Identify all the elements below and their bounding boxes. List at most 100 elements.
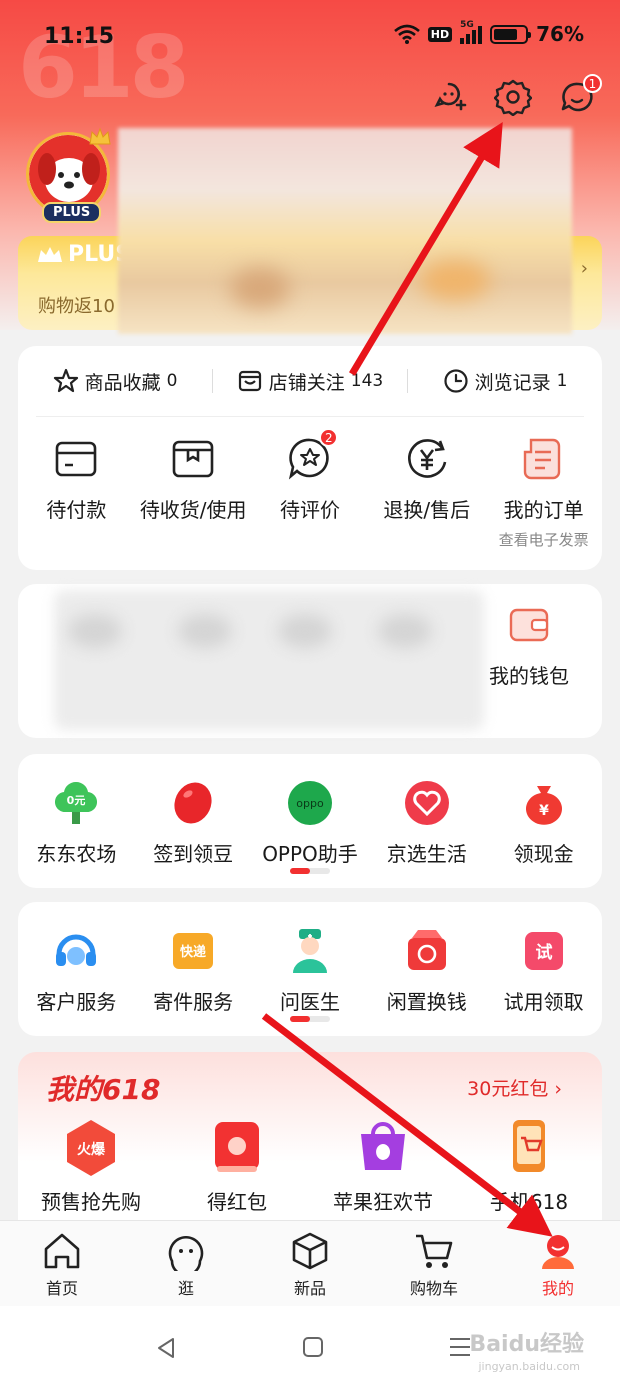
plus-chevron-right-icon: ›	[580, 258, 588, 279]
nav-label: 逛	[177, 1279, 194, 1298]
nav-cart[interactable]: 购物车	[372, 1221, 496, 1306]
oppo-icon-text: oppo	[296, 797, 324, 810]
service-label: 签到领豆	[153, 842, 234, 866]
home-square-icon[interactable]	[302, 1336, 324, 1358]
headset-icon	[56, 934, 97, 966]
promo-presale[interactable]: 火爆 预售抢先购	[18, 1116, 164, 1215]
stat-favorites[interactable]: 商品收藏 0	[18, 368, 212, 395]
stat-history[interactable]: 浏览记录 1	[408, 368, 602, 395]
nav-home[interactable]: 首页	[0, 1221, 124, 1306]
service-shipping[interactable]: 快递 寄件服务	[135, 926, 252, 1015]
stat-label: 店铺关注	[268, 371, 345, 394]
services-card-1: 0元 东东农场 签到领豆 oppo OPPO助手 京选生活 ¥ 领现金	[18, 754, 602, 888]
service-jingxuan[interactable]: 京选生活	[368, 778, 485, 867]
order-pending-receipt[interactable]: 待收货/使用	[135, 434, 252, 550]
settings-button[interactable]	[493, 78, 533, 117]
my-wallet-button[interactable]: 我的钱包	[474, 602, 584, 689]
cube-icon	[292, 1232, 328, 1270]
battery-percent: 76%	[536, 22, 584, 46]
blurred-decoration	[230, 268, 290, 308]
order-list-icon	[523, 438, 560, 480]
blurred-decoration	[68, 614, 122, 648]
orders-card: 商品收藏0 店铺关注143 浏览记录1 待付款 待收货/使用 2 待评价	[18, 346, 602, 570]
crown-icon	[89, 127, 111, 145]
service-label: 问医生	[279, 990, 340, 1014]
service-label: 闲置换钱	[386, 990, 467, 1014]
trial-icon-text: 试	[535, 943, 552, 963]
svg-text:¥: ¥	[539, 803, 549, 819]
service-label: OPPO助手	[262, 842, 358, 866]
apple-bag-icon	[361, 1122, 405, 1170]
stat-count: 1	[556, 371, 568, 391]
blurred-wallet-info	[54, 590, 484, 730]
service-oppo-assistant[interactable]: oppo OPPO助手	[252, 778, 369, 867]
promo-label: 手机618	[489, 1190, 569, 1214]
service-trade-in[interactable]: 闲置换钱	[368, 926, 485, 1015]
farm-tree-icon: 0元	[55, 781, 98, 824]
service-label: 京选生活	[386, 842, 467, 866]
service-cash[interactable]: ¥ 领现金	[485, 778, 602, 867]
order-status-grid: 待付款 待收货/使用 2 待评价 退换/售后 我的订单 查看电子发票	[18, 428, 602, 550]
order-refund[interactable]: 退换/售后	[368, 434, 485, 550]
plus-crown-icon	[38, 246, 62, 262]
status-time: 11:15	[44, 24, 115, 49]
wallet-label: 我的钱包	[489, 664, 569, 688]
services-grid-1: 0元 东东农场 签到领豆 oppo OPPO助手 京选生活 ¥ 领现金	[18, 778, 602, 867]
service-ask-doctor[interactable]: 问医生	[252, 926, 369, 1015]
service-customer-support[interactable]: 客户服务	[18, 926, 135, 1015]
stat-count: 143	[350, 371, 384, 391]
message-badge: 1	[583, 74, 602, 93]
service-trial[interactable]: 试 试用领取	[485, 926, 602, 1015]
baidu-watermark: Baidu经验	[469, 1332, 584, 1357]
invoice-link[interactable]: 查看电子发票	[499, 529, 589, 550]
promo-phone-618[interactable]: 手机618	[456, 1116, 602, 1215]
add-friend-button[interactable]	[430, 78, 468, 116]
nav-new[interactable]: 新品	[248, 1221, 372, 1306]
home-icon	[44, 1233, 80, 1269]
blurred-decoration	[378, 614, 432, 648]
service-label: 寄件服务	[153, 990, 234, 1014]
money-bag-icon: ¥	[525, 786, 562, 825]
signal-type: 5G	[460, 20, 474, 30]
services-grid-2: 客户服务 快递 寄件服务 问医生 闲置换钱 试 试用领取	[18, 926, 602, 1015]
nav-label: 新品	[293, 1279, 326, 1298]
order-label: 待收货/使用	[139, 498, 247, 522]
menu-icon[interactable]	[448, 1336, 472, 1358]
system-navigation-bar: Baidu经验 jingyan.baidu.com	[0, 1306, 620, 1386]
nav-mine[interactable]: 我的	[496, 1221, 620, 1306]
promo-red-packet[interactable]: 得红包	[164, 1116, 310, 1215]
stat-followed-shops[interactable]: 店铺关注 143	[213, 368, 407, 395]
baidu-watermark-url: jingyan.baidu.com	[478, 1360, 580, 1373]
profile-icon	[542, 1235, 574, 1269]
my-618-grid: 火爆 预售抢先购 得红包 苹果狂欢节 手机618	[18, 1116, 602, 1215]
refund-yen-icon	[407, 439, 447, 478]
order-label: 退换/售后	[383, 498, 471, 522]
my-orders[interactable]: 我的订单 查看电子发票	[485, 434, 602, 550]
red-packet-link[interactable]: 30元红包 ›	[467, 1074, 562, 1101]
order-pending-review[interactable]: 2 待评价	[252, 428, 369, 550]
service-label: 东东农场	[36, 842, 117, 866]
order-label: 我的订单	[503, 498, 584, 522]
nav-browse[interactable]: 逛	[124, 1221, 248, 1306]
order-pending-payment[interactable]: 待付款	[18, 434, 135, 550]
service-checkin[interactable]: 签到领豆	[135, 778, 252, 867]
status-icons: HD 5G 76%	[393, 20, 584, 46]
hd-badge: HD	[427, 26, 453, 42]
promo-label: 苹果狂欢节	[333, 1190, 433, 1214]
back-icon[interactable]	[154, 1336, 178, 1360]
stats-row: 商品收藏 0 店铺关注 143 浏览记录 1	[18, 346, 602, 416]
nav-label: 首页	[45, 1279, 78, 1298]
bottom-nav: 首页 逛 新品 购物车 我的	[0, 1220, 620, 1306]
oppo-icon: oppo	[287, 781, 332, 825]
red-packet-icon	[215, 1122, 259, 1172]
wallet-card: 我的钱包	[18, 584, 602, 738]
page-indicator	[290, 1016, 330, 1022]
service-farm[interactable]: 0元 东东农场	[18, 778, 135, 867]
order-label: 待付款	[46, 498, 107, 522]
wifi-icon	[393, 24, 420, 44]
package-icon	[172, 440, 214, 478]
nav-label: 购物车	[409, 1279, 458, 1298]
messages-button[interactable]: 1	[558, 74, 602, 116]
promo-apple[interactable]: 苹果狂欢节	[310, 1116, 456, 1215]
hot-sale-icon: 火爆	[67, 1120, 115, 1176]
